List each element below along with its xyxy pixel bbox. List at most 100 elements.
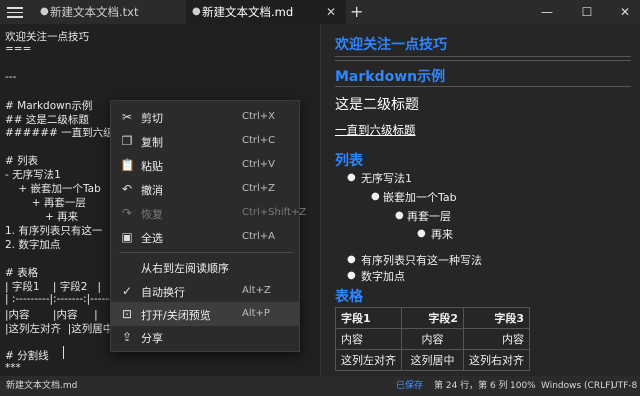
menu-item-shortcut: Ctrl+V xyxy=(242,159,276,170)
copy-icon: ❐ xyxy=(121,134,133,148)
editor-line: |内容 |内容 | xyxy=(5,309,98,321)
editor-line: # 分割线 xyxy=(5,350,49,362)
menu-item-label: 全选 xyxy=(141,232,163,245)
add-tab-icon[interactable]: + xyxy=(350,0,363,24)
unsaved-dot-icon: ● xyxy=(40,6,49,17)
preview-h6: 一直到六级标题 xyxy=(335,123,416,137)
editor-line: --- xyxy=(5,71,17,83)
table-cell: 这列左对齐 xyxy=(335,349,402,371)
menu-item-select-all[interactable]: ▣ 全选 Ctrl+A xyxy=(111,225,299,249)
table-header: 字段3 xyxy=(463,307,530,329)
preview-icon: ⊡ xyxy=(121,307,133,321)
table-cell: 这列右对齐 xyxy=(463,349,530,371)
list-bullet-icon: ● xyxy=(371,191,380,202)
list-bullet-icon: ● xyxy=(347,254,356,265)
table-cell: 内容 xyxy=(335,328,402,350)
list-item: 再来 xyxy=(431,228,453,241)
status-bar: 新建文本文档.md 已保存 第 24 行，第 6 列 100% Windows … xyxy=(0,376,640,396)
menu-item-undo[interactable]: ↶ 撤消 Ctrl+Z xyxy=(111,177,299,201)
menu-item-share[interactable]: ⇪ 分享 xyxy=(111,325,299,349)
editor-line: |这列左对齐 |这列居中 xyxy=(5,323,114,335)
preview-h2: 这是二级标题 xyxy=(335,97,419,113)
menu-item-shortcut: Alt+P xyxy=(242,308,270,319)
editor-line: # 表格 xyxy=(5,267,39,279)
menu-item-label: 自动换行 xyxy=(141,286,185,299)
tab-label: 新建文本文档.txt xyxy=(50,5,139,19)
editor-line: + 再套一层 xyxy=(5,197,86,209)
menu-item-shortcut: Ctrl+Shift+Z xyxy=(242,207,307,218)
menu-item-word-wrap[interactable]: ✓ 自动换行 Alt+Z xyxy=(111,279,299,303)
preview-h1-list: 列表 xyxy=(335,153,363,169)
menu-item-toggle-preview[interactable]: ⊡ 打开/关闭预览 Alt+P xyxy=(111,302,299,326)
editor-line: === xyxy=(5,43,32,55)
menu-item-rtl-reading[interactable]: 从右到左阅读顺序 xyxy=(111,255,299,279)
close-window-button[interactable]: ✕ xyxy=(610,0,640,24)
redo-icon: ↷ xyxy=(121,206,133,220)
maximize-button[interactable]: ☐ xyxy=(572,0,602,24)
text-caret xyxy=(63,346,64,359)
unsaved-dot-icon: ● xyxy=(192,6,201,17)
status-zoom[interactable]: 100% xyxy=(510,376,536,396)
checkmark-icon: ✓ xyxy=(121,284,133,298)
paste-icon: 📋 xyxy=(120,158,135,172)
editor-line: 1. 有序列表只有这一 xyxy=(5,225,103,237)
table-cell: 内容 xyxy=(463,328,530,350)
editor-line: | :---------|:-------:|------ xyxy=(5,293,113,305)
menu-item-shortcut: Ctrl+Z xyxy=(242,183,276,194)
menu-item-label: 分享 xyxy=(141,332,163,345)
share-icon: ⇪ xyxy=(121,330,133,344)
editor-line: - 无序写法1 xyxy=(5,169,61,181)
menu-item-copy[interactable]: ❐ 复制 Ctrl+C xyxy=(111,129,299,153)
editor-line: + 嵌套加一个Tab xyxy=(5,183,101,195)
select-all-icon: ▣ xyxy=(121,230,133,244)
preview-h1-underline xyxy=(335,56,631,57)
preview-table: 字段1 字段2 字段3 内容 内容 内容 这列左对齐 这列居中 这列右对齐 xyxy=(335,307,530,371)
list-item: 再套一层 xyxy=(407,210,451,223)
scissors-icon: ✂ xyxy=(121,110,133,124)
status-line-ending[interactable]: Windows (CRLF) xyxy=(541,376,614,396)
preview-h1-markdown: Markdown示例 xyxy=(335,69,446,85)
tab-label: 新建文本文档.md xyxy=(202,5,294,19)
editor-line: ###### 一直到六级标 xyxy=(5,127,125,139)
list-item: 有序列表只有这一种写法 xyxy=(361,254,482,267)
tab-close-icon[interactable]: ✕ xyxy=(326,0,336,24)
tab-md[interactable]: ● 新建文本文档.md xyxy=(186,0,346,24)
status-encoding[interactable]: UTF-8 xyxy=(611,376,637,396)
list-bullet-icon: ● xyxy=(395,210,404,221)
editor-line: *** xyxy=(5,362,21,374)
menu-item-label: 复制 xyxy=(141,136,163,149)
preview-h1: 欢迎关注一点技巧 xyxy=(335,37,447,53)
editor-line: # 列表 xyxy=(5,155,39,167)
menu-separator xyxy=(119,252,293,253)
editor-line: 2. 数字加点 xyxy=(5,239,61,251)
list-bullet-icon: ● xyxy=(347,270,356,281)
menu-item-label: 撤消 xyxy=(141,184,163,197)
status-filename: 新建文本文档.md xyxy=(6,381,78,391)
markdown-preview-pane[interactable]: 欢迎关注一点技巧 Markdown示例 这是二级标题 一直到六级标题 列表 ● … xyxy=(320,24,640,376)
list-bullet-icon: ● xyxy=(417,228,426,239)
menu-item-shortcut: Alt+Z xyxy=(242,285,271,296)
menu-icon[interactable] xyxy=(6,4,24,20)
menu-item-label: 从右到左阅读顺序 xyxy=(141,262,229,275)
menu-item-label: 粘贴 xyxy=(141,160,163,173)
list-item: 无序写法1 xyxy=(361,172,412,185)
status-saved: 已保存 xyxy=(396,381,424,391)
menu-item-shortcut: Ctrl+X xyxy=(242,111,276,122)
editor-line: # Markdown示例 xyxy=(5,100,93,112)
menu-item-cut[interactable]: ✂ 剪切 Ctrl+X xyxy=(111,105,299,129)
editor-line: 欢迎关注一点技巧 xyxy=(5,31,89,43)
editor-line: | 字段1 | 字段2 | xyxy=(5,281,102,293)
editor-line: + 再来 xyxy=(5,211,79,223)
preview-horizontal-rule xyxy=(335,60,631,61)
title-bar: ● 新建文本文档.txt ● 新建文本文档.md ✕ + — ☐ ✕ xyxy=(0,0,640,24)
menu-item-redo[interactable]: ↷ 恢复 Ctrl+Shift+Z xyxy=(111,201,306,225)
menu-item-paste[interactable]: 📋 粘贴 Ctrl+V xyxy=(111,153,299,177)
minimize-button[interactable]: — xyxy=(532,0,562,24)
menu-item-shortcut: Ctrl+C xyxy=(242,135,276,146)
undo-icon: ↶ xyxy=(121,182,133,196)
tab-txt[interactable]: ● 新建文本文档.txt xyxy=(34,0,186,24)
table-header: 字段1 xyxy=(335,307,402,329)
list-bullet-icon: ● xyxy=(347,172,356,183)
status-position[interactable]: 第 24 行，第 6 列 xyxy=(434,376,508,396)
table-cell: 内容 xyxy=(401,328,464,350)
